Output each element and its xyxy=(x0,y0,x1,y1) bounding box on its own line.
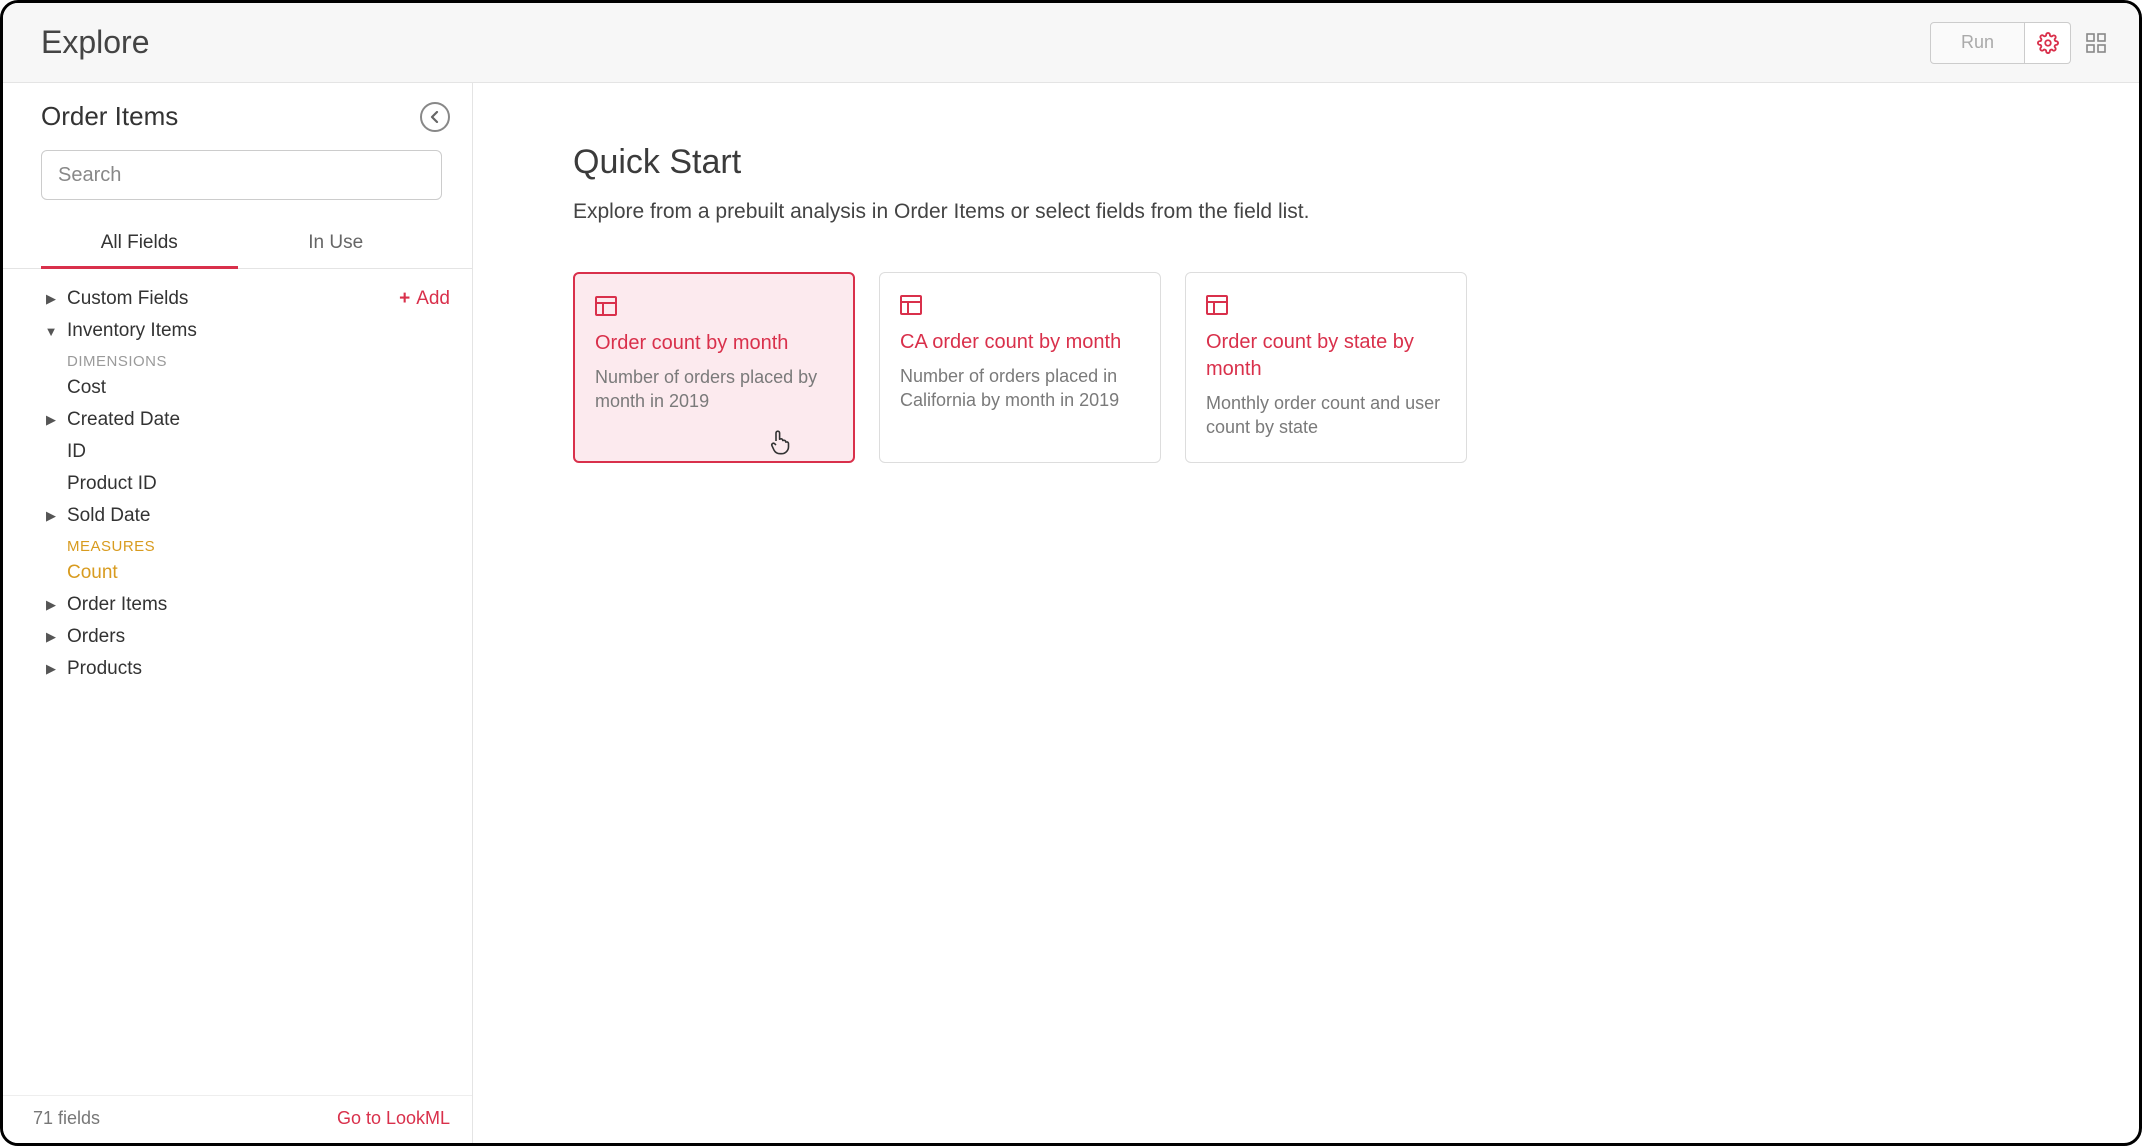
sidebar-footer: 71 fields Go to LookML xyxy=(3,1095,472,1143)
main-content: Quick Start Explore from a prebuilt anal… xyxy=(473,83,2139,1143)
add-custom-field-button[interactable]: +Add xyxy=(399,288,450,310)
card-title: Order count by month xyxy=(595,330,833,357)
field-list: ▶ Custom Fields +Add ▼ Inventory Items D… xyxy=(3,269,472,1095)
card-order-count-by-month[interactable]: Order count by month Number of orders pl… xyxy=(573,272,855,463)
field-count-label: 71 fields xyxy=(33,1108,100,1129)
tab-in-use[interactable]: In Use xyxy=(238,222,435,268)
topbar-actions: Run xyxy=(1930,22,2115,64)
caret-right-icon: ▶ xyxy=(41,291,61,307)
field-tabs: All Fields In Use xyxy=(3,210,472,269)
card-desc: Number of orders placed by month in 2019 xyxy=(595,365,833,414)
card-desc: Monthly order count and user count by st… xyxy=(1206,391,1446,440)
group-custom-fields[interactable]: ▶ Custom Fields +Add xyxy=(41,283,450,315)
app-window: Explore Run xyxy=(0,0,2142,1146)
collapse-sidebar-button[interactable] xyxy=(420,102,450,132)
sidebar: Order Items All Fields In Use ▶ Custom F… xyxy=(3,83,473,1143)
table-icon xyxy=(1206,295,1446,315)
caret-right-icon: ▶ xyxy=(41,412,61,428)
card-order-count-by-state-by-month[interactable]: Order count by state by month Monthly or… xyxy=(1185,272,1467,463)
sidebar-header: Order Items xyxy=(3,83,472,142)
caret-right-icon: ▶ xyxy=(41,597,61,613)
sidebar-title: Order Items xyxy=(41,101,178,132)
dimensions-heading: DIMENSIONS xyxy=(41,347,450,372)
card-title: Order count by state by month xyxy=(1206,329,1446,383)
group-label: Custom Fields xyxy=(67,288,188,310)
quick-start-cards: Order count by month Number of orders pl… xyxy=(573,272,2079,463)
quick-start-title: Quick Start xyxy=(573,143,2079,182)
table-icon xyxy=(595,296,833,316)
field-product-id[interactable]: Product ID xyxy=(41,468,450,500)
card-desc: Number of orders placed in California by… xyxy=(900,364,1140,413)
group-order-items[interactable]: ▶ Order Items xyxy=(41,589,450,621)
group-products[interactable]: ▶ Products xyxy=(41,653,450,685)
page-title: Explore xyxy=(41,24,150,61)
caret-right-icon: ▶ xyxy=(41,661,61,677)
tab-all-fields[interactable]: All Fields xyxy=(41,222,238,268)
gear-icon xyxy=(2037,32,2059,54)
field-id[interactable]: ID xyxy=(41,436,450,468)
topbar: Explore Run xyxy=(3,3,2139,83)
group-inventory-items[interactable]: ▼ Inventory Items xyxy=(41,315,450,347)
card-ca-order-count-by-month[interactable]: CA order count by month Number of orders… xyxy=(879,272,1161,463)
chevron-left-icon xyxy=(429,111,441,123)
grid-icon xyxy=(2086,33,2106,53)
search-input[interactable] xyxy=(41,150,442,200)
measures-heading: MEASURES xyxy=(41,532,450,557)
card-title: CA order count by month xyxy=(900,329,1140,356)
run-button[interactable]: Run xyxy=(1930,22,2025,64)
field-count[interactable]: Count xyxy=(41,557,450,589)
field-cost[interactable]: Cost xyxy=(41,372,450,404)
dashboard-grid-button[interactable] xyxy=(2077,22,2115,64)
table-icon xyxy=(900,295,1140,315)
group-orders[interactable]: ▶ Orders xyxy=(41,621,450,653)
caret-down-icon: ▼ xyxy=(41,324,61,339)
cursor-pointer-icon xyxy=(769,429,791,455)
settings-button[interactable] xyxy=(2025,22,2071,64)
plus-icon: + xyxy=(399,288,410,309)
search-wrap xyxy=(3,142,472,210)
go-to-lookml-link[interactable]: Go to LookML xyxy=(337,1108,450,1129)
caret-right-icon: ▶ xyxy=(41,508,61,524)
group-label: Inventory Items xyxy=(67,320,197,342)
field-created-date[interactable]: ▶ Created Date xyxy=(41,404,450,436)
body: Order Items All Fields In Use ▶ Custom F… xyxy=(3,83,2139,1143)
field-sold-date[interactable]: ▶ Sold Date xyxy=(41,500,450,532)
caret-right-icon: ▶ xyxy=(41,629,61,645)
quick-start-subtitle: Explore from a prebuilt analysis in Orde… xyxy=(573,200,2079,224)
